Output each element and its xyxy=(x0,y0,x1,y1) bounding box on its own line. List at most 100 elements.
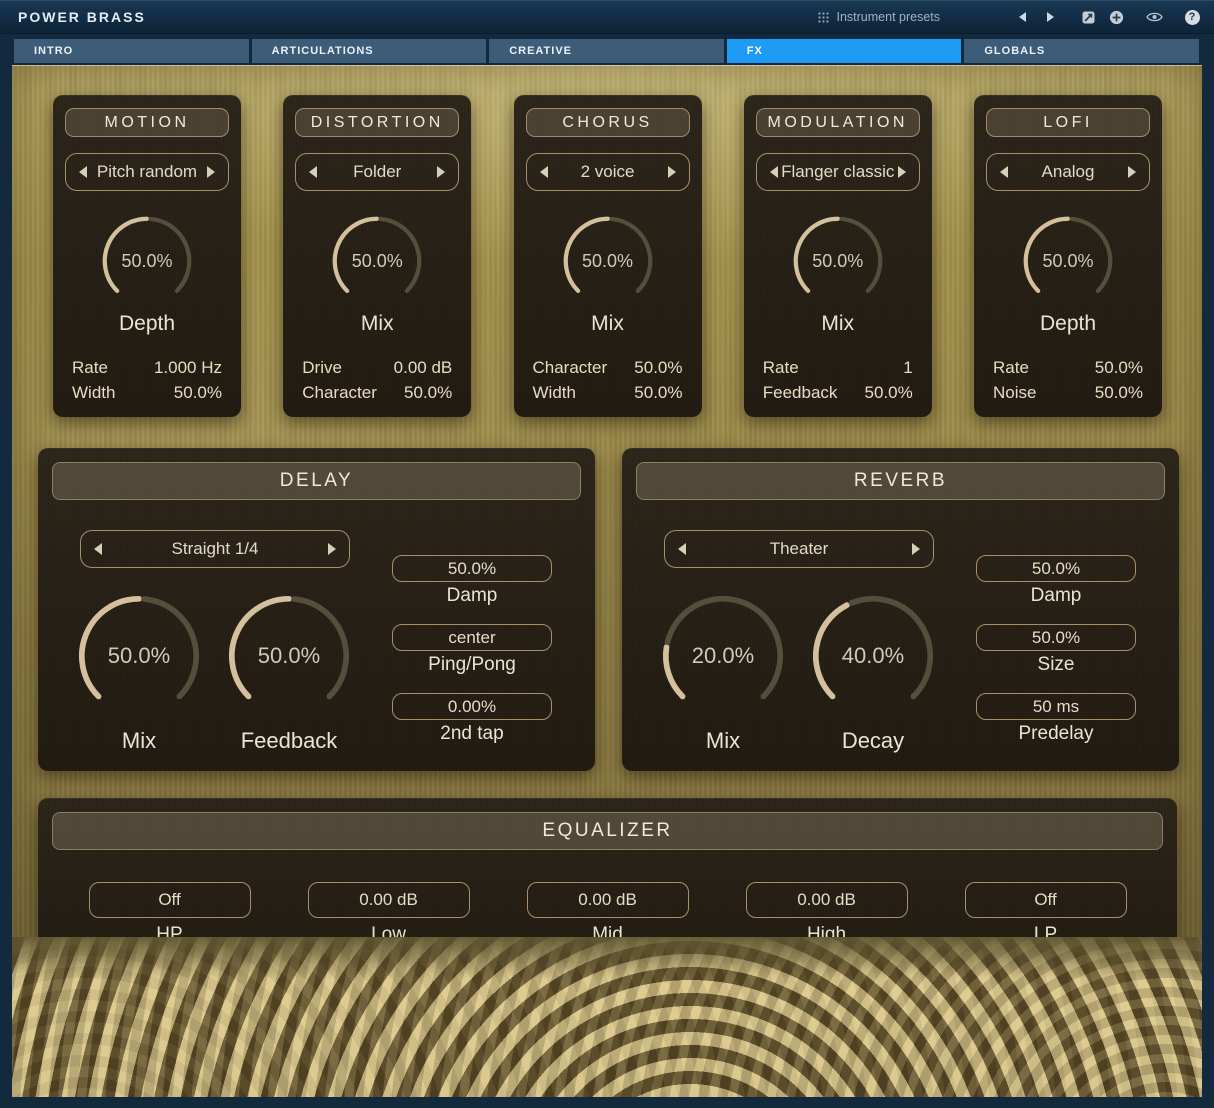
fx-panel-title-button[interactable]: LOFI xyxy=(986,108,1150,137)
prev-option-icon[interactable] xyxy=(770,166,778,178)
next-option-icon[interactable] xyxy=(898,166,906,178)
knob[interactable]: 50.0% xyxy=(1020,213,1116,309)
selector-value: Folder xyxy=(353,162,401,182)
resize-button[interactable] xyxy=(1076,6,1100,28)
parameter-value[interactable]: 50.0% xyxy=(1095,383,1143,403)
prev-option-icon[interactable] xyxy=(79,166,87,178)
tab-globals[interactable]: GLOBALS xyxy=(964,39,1199,63)
knob-value: 50.0% xyxy=(224,591,354,721)
parameter-rows: Rate50.0%Noise50.0% xyxy=(986,358,1150,403)
prev-option-icon[interactable] xyxy=(94,543,102,555)
parameter-value[interactable]: 0.00 dB xyxy=(394,358,453,378)
plugin-title: POWER BRASS xyxy=(18,9,146,25)
fx-type-selector[interactable]: Folder xyxy=(295,153,459,191)
tab-fx[interactable]: FX xyxy=(727,39,962,63)
fx-panel-lofi: LOFIAnalog50.0%DepthRate50.0%Noise50.0% xyxy=(974,95,1162,417)
side-parameter: 0.00%2nd tap xyxy=(392,693,552,745)
parameter-label: Rate xyxy=(72,358,108,378)
fx-panel-title-button[interactable]: MODULATION xyxy=(756,108,920,137)
reverb-type-selector[interactable]: Theater xyxy=(664,530,934,568)
delay-title-button[interactable]: DELAY xyxy=(52,462,581,500)
fx-panel-title-button[interactable]: DISTORTION xyxy=(295,108,459,137)
next-option-icon[interactable] xyxy=(1128,166,1136,178)
parameter-value[interactable]: 50.0% xyxy=(404,383,452,403)
prev-option-icon[interactable] xyxy=(309,166,317,178)
value-box[interactable]: 0.00% xyxy=(392,693,552,720)
fx-type-selector[interactable]: Pitch random xyxy=(65,153,229,191)
fx-panel-title-button[interactable]: CHORUS xyxy=(526,108,690,137)
next-option-icon[interactable] xyxy=(328,543,336,555)
parameter-value[interactable]: 50.0% xyxy=(865,383,913,403)
parameter-row: Noise50.0% xyxy=(993,383,1143,403)
parameter-value[interactable]: 50.0% xyxy=(634,358,682,378)
equalizer-title: EQUALIZER xyxy=(542,820,672,842)
next-option-icon[interactable] xyxy=(207,166,215,178)
visibility-button[interactable] xyxy=(1142,6,1166,28)
equalizer-title-button[interactable]: EQUALIZER xyxy=(52,812,1163,850)
value-box[interactable]: 0.00 dB xyxy=(746,882,908,918)
parameter-value[interactable]: 50.0% xyxy=(634,383,682,403)
prev-option-icon[interactable] xyxy=(678,543,686,555)
value-box[interactable]: 50 ms xyxy=(976,693,1136,720)
next-option-icon[interactable] xyxy=(668,166,676,178)
knob-label: Feedback xyxy=(224,728,354,754)
knob-value: 50.0% xyxy=(1020,213,1116,309)
value-box[interactable]: Off xyxy=(89,882,251,918)
knob[interactable]: 50.0% xyxy=(790,213,886,309)
instrument-presets-button[interactable]: Instrument presets xyxy=(818,10,940,24)
next-preset-button[interactable] xyxy=(1038,6,1062,28)
value-box[interactable]: Off xyxy=(965,882,1127,918)
next-option-icon[interactable] xyxy=(912,543,920,555)
parameter-value[interactable]: 1.000 Hz xyxy=(154,358,222,378)
value-box[interactable]: 50.0% xyxy=(392,555,552,582)
value-label: Predelay xyxy=(976,723,1136,745)
value-box[interactable]: 50.0% xyxy=(976,624,1136,651)
value-box[interactable]: 50.0% xyxy=(976,555,1136,582)
value-label: Damp xyxy=(976,585,1136,607)
prev-preset-button[interactable] xyxy=(1010,6,1034,28)
knob-label: Mix xyxy=(361,312,394,336)
delay-type-selector[interactable]: Straight 1/4 xyxy=(80,530,350,568)
knob[interactable]: 40.0% xyxy=(808,591,938,721)
knob[interactable]: 50.0% xyxy=(224,591,354,721)
prev-option-icon[interactable] xyxy=(540,166,548,178)
tab-bar: INTROARTICULATIONSCREATIVEFXGLOBALS xyxy=(14,39,1199,63)
parameter-value[interactable]: 50.0% xyxy=(1095,358,1143,378)
knob-value: 40.0% xyxy=(808,591,938,721)
dots-grid-icon xyxy=(818,12,829,23)
value-box[interactable]: 0.00 dB xyxy=(527,882,689,918)
tab-intro[interactable]: INTRO xyxy=(14,39,249,63)
delay-title: DELAY xyxy=(280,470,353,492)
parameter-value[interactable]: 50.0% xyxy=(174,383,222,403)
value-box[interactable]: center xyxy=(392,624,552,651)
value-box[interactable]: 0.00 dB xyxy=(308,882,470,918)
fx-panel-title: MODULATION xyxy=(768,114,908,132)
selector-value: Straight 1/4 xyxy=(172,539,259,559)
fx-panel-modulation: MODULATIONFlanger classic50.0%MixRate1Fe… xyxy=(744,95,932,417)
plugin-window: POWER BRASS Instrument presets xyxy=(0,0,1214,1108)
help-button[interactable]: ? xyxy=(1180,6,1204,28)
add-button[interactable] xyxy=(1104,6,1128,28)
fx-type-selector[interactable]: Analog xyxy=(986,153,1150,191)
tab-creative[interactable]: CREATIVE xyxy=(489,39,724,63)
reverb-title-button[interactable]: REVERB xyxy=(636,462,1165,500)
knob[interactable]: 20.0% xyxy=(658,591,788,721)
knob[interactable]: 50.0% xyxy=(74,591,204,721)
eye-icon xyxy=(1146,11,1163,23)
parameter-value[interactable]: 1 xyxy=(903,358,912,378)
knob-value: 20.0% xyxy=(658,591,788,721)
next-option-icon[interactable] xyxy=(437,166,445,178)
fx-type-selector[interactable]: 2 voice xyxy=(526,153,690,191)
value-label: Ping/Pong xyxy=(392,654,552,676)
delay-panel: DELAYStraight 1/450.0%50.0%MixFeedback50… xyxy=(38,448,595,771)
knob[interactable]: 50.0% xyxy=(99,213,195,309)
value-label: HP xyxy=(89,924,251,946)
prev-option-icon[interactable] xyxy=(1000,166,1008,178)
fx-panel-title-button[interactable]: MOTION xyxy=(65,108,229,137)
tab-articulations[interactable]: ARTICULATIONS xyxy=(252,39,487,63)
fx-panel-title: LOFI xyxy=(1043,114,1093,132)
knob-label: Decay xyxy=(808,728,938,754)
fx-type-selector[interactable]: Flanger classic xyxy=(756,153,920,191)
knob[interactable]: 50.0% xyxy=(329,213,425,309)
knob[interactable]: 50.0% xyxy=(560,213,656,309)
